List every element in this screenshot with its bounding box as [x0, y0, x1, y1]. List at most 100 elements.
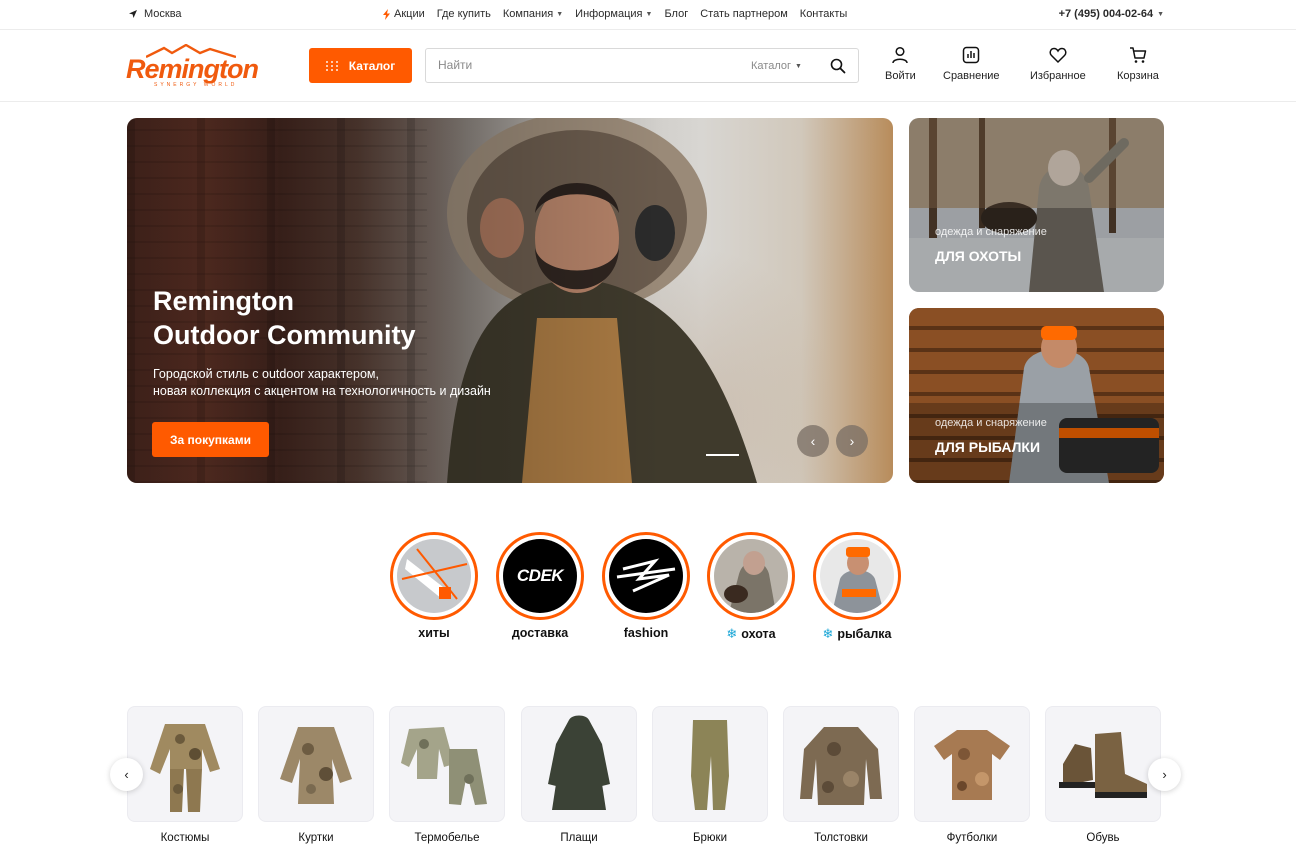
story-hunting[interactable]: ❄ охота	[707, 532, 795, 642]
nav-promo[interactable]: Акции	[382, 8, 425, 20]
fishing-banner-subtitle: одежда и снаряжение	[935, 417, 1047, 429]
category-image	[783, 706, 899, 822]
story-hunting-image	[714, 539, 788, 613]
nav-where-to-buy-label: Где купить	[436, 8, 491, 20]
search-scope-label: Каталог	[751, 60, 791, 72]
story-hits-label: хиты	[390, 626, 478, 640]
story-hits[interactable]: хиты	[390, 532, 478, 640]
tshirt-icon	[934, 730, 1010, 800]
boots-icon	[1059, 732, 1147, 798]
hunting-banner-subtitle: одежда и снаряжение	[935, 226, 1047, 238]
compare-chart-icon	[963, 46, 980, 64]
category-footwear[interactable]: Обувь	[1045, 706, 1161, 844]
hunting-banner-image	[909, 118, 1164, 292]
category-image	[652, 706, 768, 822]
favorites-button[interactable]: Избранное	[1030, 46, 1086, 82]
catalog-button-label: Каталог	[348, 58, 396, 73]
nav-where-to-buy[interactable]: Где купить	[437, 8, 491, 20]
story-delivery-label: доставка	[496, 626, 584, 640]
category-label: Толстовки	[814, 832, 868, 844]
fashion-logo-icon	[616, 558, 676, 593]
city-label: Москва	[144, 8, 182, 20]
story-ring	[390, 532, 478, 620]
nav-company[interactable]: Компания ▼	[503, 8, 563, 20]
snowflake-icon: ❄	[726, 626, 738, 641]
hero-prev-arrow[interactable]: ‹	[797, 425, 829, 457]
phone-number: +7 (495) 004-02-64	[1058, 8, 1154, 20]
camo-suit-icon	[150, 724, 220, 812]
fishing-banner[interactable]: одежда и снаряжение ДЛЯ РЫБАЛКИ	[909, 308, 1164, 483]
shop-now-button[interactable]: За покупками	[152, 422, 269, 457]
hunting-banner-title: ДЛЯ ОХОТЫ	[935, 248, 1022, 264]
story-delivery[interactable]: CDEK доставка	[496, 532, 584, 640]
search-bar: Каталог ▼	[425, 48, 859, 83]
story-hits-image	[397, 539, 471, 613]
category-sweatshirts[interactable]: Толстовки	[783, 706, 899, 844]
favorites-label: Избранное	[1030, 70, 1086, 82]
search-icon[interactable]	[830, 58, 846, 74]
category-jackets[interactable]: Куртки	[258, 706, 374, 844]
category-pants[interactable]: Брюки	[652, 706, 768, 844]
search-input[interactable]	[438, 58, 718, 72]
catalog-button[interactable]: Каталог	[309, 48, 412, 83]
story-ring	[602, 532, 690, 620]
login-button[interactable]: Войти	[885, 46, 916, 82]
logo[interactable]: Remington SYNERGY WORLD	[126, 44, 259, 88]
category-image	[914, 706, 1030, 822]
nav-contacts[interactable]: Контакты	[800, 8, 848, 20]
pants-icon	[691, 720, 729, 810]
nav-blog-label: Блог	[664, 8, 689, 20]
story-label-text: fashion	[623, 626, 669, 640]
story-fashion[interactable]: fashion	[602, 532, 690, 640]
category-label: Куртки	[298, 832, 334, 844]
hero-text-line2: новая коллекция с акцентом на технологич…	[153, 384, 491, 398]
chevron-down-icon: ▼	[556, 10, 564, 18]
category-image	[258, 706, 374, 822]
story-label-text: доставка	[511, 626, 569, 640]
nav-info[interactable]: Информация ▼	[575, 8, 652, 20]
story-fishing[interactable]: ❄ рыбалка	[813, 532, 901, 642]
compare-button[interactable]: Сравнение	[943, 46, 1000, 82]
top-bar: Москва Акции Где купить Компания ▼ Информ…	[0, 0, 1296, 30]
category-prev-arrow[interactable]: ‹	[110, 758, 143, 791]
jacket-icon	[280, 727, 352, 804]
hero-title-line1: Remington	[153, 286, 294, 316]
hero-banner[interactable]: Remington Outdoor Community Городской ст…	[127, 118, 893, 483]
hero-next-arrow[interactable]: ›	[836, 425, 868, 457]
story-label-text: охота	[741, 627, 776, 641]
category-label: Термобелье	[414, 832, 480, 844]
nav-promo-label: Акции	[394, 8, 425, 20]
chevron-down-icon: ▼	[645, 10, 653, 18]
story-label-text: хиты	[418, 626, 450, 640]
category-label: Плащи	[560, 832, 598, 844]
category-thermal-underwear[interactable]: Термобелье	[389, 706, 505, 844]
slider-pager[interactable]	[706, 454, 739, 456]
category-image	[521, 706, 637, 822]
category-image	[389, 706, 505, 822]
category-raincoats[interactable]: Плащи	[521, 706, 637, 844]
city-selector[interactable]: Москва	[128, 8, 182, 20]
nav-blog[interactable]: Блог	[664, 8, 688, 20]
nav-become-partner[interactable]: Стать партнером	[700, 8, 788, 20]
hero-description: Городской стиль с outdoor характером, но…	[153, 366, 553, 400]
hero-text-line1: Городской стиль с outdoor характером,	[153, 367, 379, 381]
nav-info-label: Информация	[575, 8, 643, 20]
category-next-arrow[interactable]: ›	[1148, 758, 1181, 791]
cart-button[interactable]: Корзина	[1117, 46, 1159, 82]
logo-wordmark: Remington	[126, 54, 259, 84]
story-label-text: рыбалка	[837, 627, 892, 641]
logo-tagline: SYNERGY WORLD	[154, 82, 238, 88]
hero-title: Remington Outdoor Community	[153, 284, 415, 352]
story-ring	[813, 532, 901, 620]
compare-label: Сравнение	[943, 70, 1000, 82]
hunting-banner[interactable]: одежда и снаряжение ДЛЯ ОХОТЫ	[909, 118, 1164, 292]
chevron-down-icon: ▼	[795, 62, 802, 70]
phone-selector[interactable]: +7 (495) 004-02-64 ▼	[1059, 8, 1164, 20]
category-label: Обувь	[1086, 832, 1120, 844]
search-scope-select[interactable]: Каталог ▼	[751, 60, 802, 72]
category-tshirts[interactable]: Футболки	[914, 706, 1030, 844]
lightning-icon	[383, 8, 390, 20]
category-suits[interactable]: Костюмы	[127, 706, 243, 844]
grid-dots-icon	[325, 60, 339, 71]
story-fashion-label: fashion	[602, 626, 690, 640]
